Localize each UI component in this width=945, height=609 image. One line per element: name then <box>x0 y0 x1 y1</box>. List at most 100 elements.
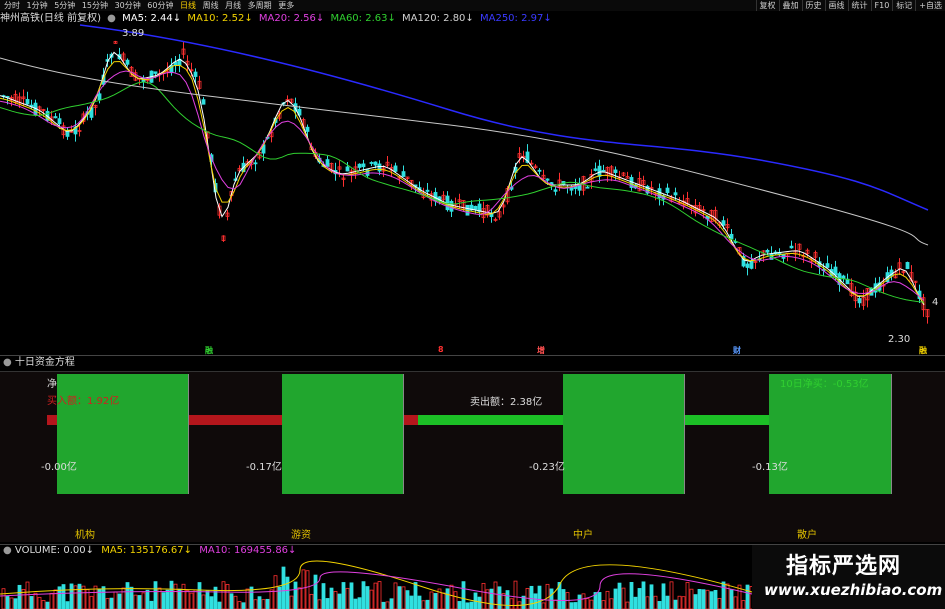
volume-bar <box>373 582 378 609</box>
candle-body <box>361 163 366 168</box>
panel-settings-icon[interactable]: ● <box>3 357 12 368</box>
candle-body <box>57 118 62 125</box>
volume-bar <box>569 602 574 609</box>
fund-edge-line <box>891 374 892 494</box>
volume-bar <box>409 595 414 609</box>
candle-body <box>825 263 830 268</box>
candle-body <box>593 168 598 171</box>
volume-bar <box>177 588 182 609</box>
volume-bar <box>193 589 198 609</box>
candle-body <box>357 163 362 168</box>
volume-bar <box>105 598 110 609</box>
value-retail: -0.13亿 <box>752 462 788 473</box>
value-hotmoney: -0.17亿 <box>246 462 282 473</box>
volume-bar <box>285 576 290 609</box>
volume-bar <box>697 589 702 609</box>
volume-bar <box>645 596 650 609</box>
candle-body <box>193 71 198 77</box>
volume-bar <box>469 601 474 609</box>
volume-bar <box>457 601 462 609</box>
fund-divider-1 <box>188 374 189 494</box>
right-edge-price-label: 4 <box>932 297 939 308</box>
volume-bar <box>701 589 706 609</box>
volume-bar <box>741 600 746 609</box>
candlestick-chart[interactable] <box>0 0 945 355</box>
volume-bar <box>345 587 350 609</box>
candle-body <box>665 187 670 193</box>
volume-bar <box>313 574 318 609</box>
volume-bar <box>225 584 230 609</box>
volume-bar <box>365 586 370 609</box>
net-10day-label: 10日净买：-0.53亿 <box>780 379 869 390</box>
ma5-line <box>0 51 925 306</box>
fund-divider-2 <box>403 374 404 494</box>
volume-bar <box>189 592 194 609</box>
volume-bar <box>425 599 430 609</box>
volume-bar <box>389 598 394 609</box>
volume-bar <box>381 601 386 609</box>
candle-body <box>393 165 398 172</box>
volume-bar <box>597 592 602 609</box>
fund-divider-3 <box>684 374 685 494</box>
volume-bar <box>649 584 654 609</box>
candle-body <box>153 71 158 74</box>
volume-bar <box>125 582 130 609</box>
candle-body <box>25 99 30 105</box>
net-label: 净 <box>47 379 57 390</box>
volume-bar <box>349 582 354 609</box>
volume-bar <box>541 602 546 609</box>
volume-bar <box>713 590 718 609</box>
volume-bar <box>297 587 302 609</box>
group-hotmoney: 游资 <box>291 530 311 541</box>
volume-bar <box>269 589 274 609</box>
volume-bar <box>161 592 166 609</box>
volume-settings-icon[interactable]: ● <box>3 545 12 556</box>
volume-bar <box>25 581 30 609</box>
candle-body <box>841 275 846 279</box>
volume-bar <box>341 582 346 609</box>
volume-bar <box>9 597 14 609</box>
candle-body <box>553 189 558 192</box>
volume-bar <box>221 581 226 609</box>
candle-body <box>97 93 102 101</box>
fund-block-middle <box>563 374 684 494</box>
candle-body <box>545 178 550 181</box>
volume-bar <box>109 597 114 609</box>
value-institution: -0.00亿 <box>41 462 77 473</box>
sell-amount-label: 卖出额：2.38亿 <box>470 397 543 408</box>
volume-bar <box>337 593 342 609</box>
volume-bar <box>441 592 446 609</box>
volume-bar <box>197 582 202 609</box>
volume-bar <box>601 600 606 609</box>
volume-bar <box>673 599 678 609</box>
volume-bar <box>149 600 154 609</box>
volume-bar <box>413 582 418 609</box>
candle-body <box>253 162 258 165</box>
volume-bar <box>633 596 638 609</box>
ma20-line <box>0 70 925 301</box>
volume-bar <box>325 598 330 609</box>
watermark-url: www.xuezhibiao.com <box>764 581 943 599</box>
volume-bar <box>641 581 646 609</box>
volume-bar <box>277 586 282 609</box>
volume-bar <box>253 599 258 609</box>
volume-bar <box>505 590 510 609</box>
volume-bar <box>685 582 690 609</box>
volume-bar <box>629 581 634 609</box>
volume-bar <box>257 596 262 609</box>
candle-body <box>369 162 374 164</box>
group-institution: 机构 <box>75 530 95 541</box>
candle-body <box>425 189 430 192</box>
volume-bar <box>433 593 438 609</box>
volume-bar <box>137 595 142 609</box>
value-middle: -0.23亿 <box>529 462 565 473</box>
volume-bar <box>745 584 750 609</box>
volume-ma5-label: MA5: 135176.67↓ <box>101 545 193 556</box>
volume-bar <box>717 597 722 609</box>
volume-bar <box>561 589 566 609</box>
event-tag-2[interactable]: 8 <box>438 345 444 354</box>
volume-bar <box>333 591 338 609</box>
candle-body <box>673 192 678 196</box>
candle-body <box>613 169 618 173</box>
volume-bar <box>41 600 46 609</box>
